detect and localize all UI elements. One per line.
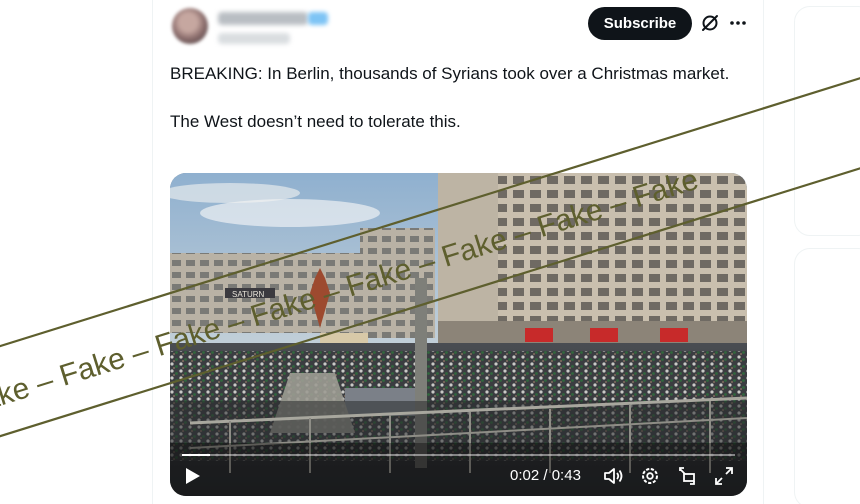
picture-in-picture-icon[interactable] — [676, 465, 698, 487]
timeline-left-border — [152, 0, 153, 504]
post-text: BREAKING: In Berlin, thousands of Syrian… — [170, 62, 750, 158]
play-icon[interactable] — [182, 466, 202, 486]
author-name-blurred[interactable] — [218, 12, 308, 25]
author-handle-blurred[interactable] — [218, 33, 290, 44]
more-icon[interactable] — [728, 13, 748, 33]
video-frame: SATURN — [170, 173, 747, 496]
video-controls: 0:02 / 0:43 — [170, 452, 747, 496]
sidebar-card — [794, 6, 860, 236]
volume-icon[interactable] — [602, 465, 624, 487]
fullscreen-icon[interactable] — [713, 465, 735, 487]
post-text-paragraph: The West doesn’t need to tolerate this. — [170, 112, 461, 131]
grok-icon[interactable] — [700, 13, 720, 33]
saturn-sign: SATURN — [232, 290, 265, 299]
video-progress-bar[interactable] — [182, 454, 735, 456]
settings-icon[interactable] — [639, 465, 661, 487]
video-elapsed-time: 0:02 — [510, 467, 540, 484]
video-player[interactable]: SATURN 0:02 / 0:43 — [170, 173, 747, 496]
sidebar-card — [794, 248, 860, 504]
video-time-separator: / — [539, 467, 552, 484]
post-text-paragraph: BREAKING: In Berlin, thousands of Syrian… — [170, 64, 730, 83]
video-duration: 0:43 — [551, 467, 581, 484]
timeline-right-border — [763, 0, 764, 504]
video-progress-fill — [182, 454, 210, 456]
verified-badge-blurred — [308, 12, 328, 25]
avatar[interactable] — [172, 8, 208, 44]
video-timecode: 0:02 / 0:43 — [510, 466, 581, 486]
subscribe-button[interactable]: Subscribe — [588, 7, 692, 40]
